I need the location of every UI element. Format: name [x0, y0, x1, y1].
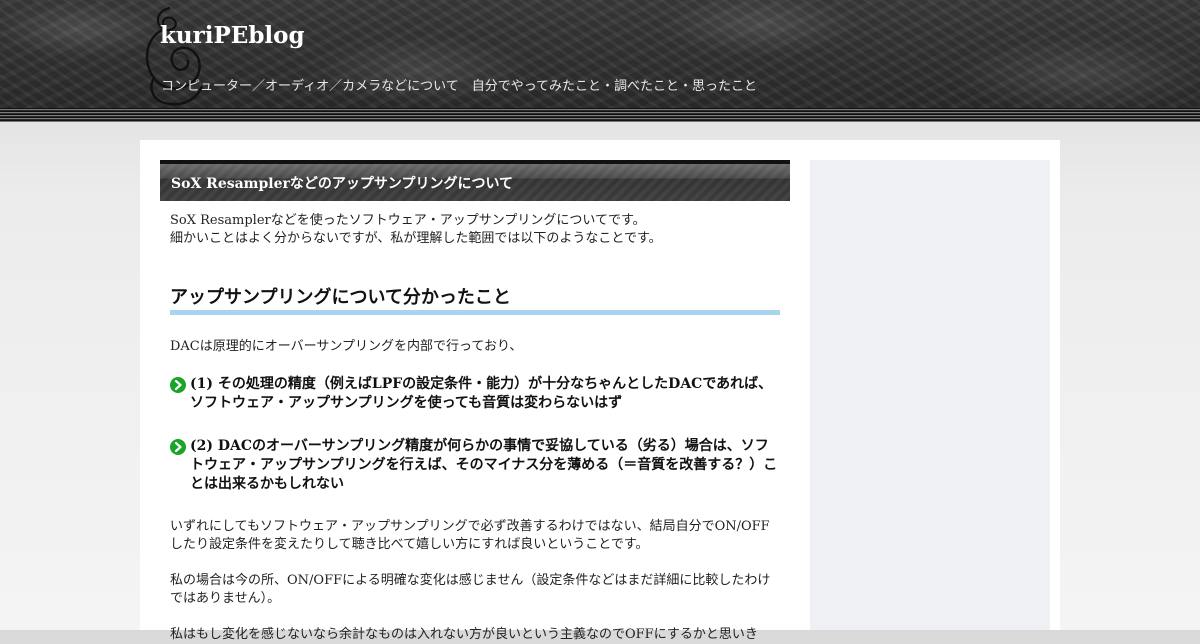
green-arrow-circle-icon	[170, 439, 186, 455]
point-text: (2) DACのオーバーサンプリング精度が何らかの事情で妥協している（劣る）場合…	[190, 438, 778, 492]
sidebar	[810, 160, 1050, 630]
body-paragraph: 私の場合は今の所、ON/OFFによる明確な変化は感じません（設定条件などはまだ詳…	[170, 573, 771, 606]
intro-line: 細かいことはよく分からないですが、私が理解した範囲では以下のようなことです。	[170, 231, 662, 246]
body-paragraph: 私はもし変化を感じないなら余計なものは入れない方が良いという主義なのでOFFにす…	[170, 627, 758, 642]
section-heading: アップサンプリングについて分かったこと	[170, 285, 780, 315]
site-title-link[interactable]: kuriPEblog	[160, 22, 305, 49]
intro-text: SoX Resamplerなどを使ったソフトウェア・アップサンプリングについてで…	[170, 201, 780, 248]
site-tagline: コンピューター／オーディオ／カメラなどについて 自分でやってみたこと・調べたこと…	[161, 79, 758, 94]
green-arrow-circle-icon	[170, 377, 186, 393]
point-item: (1) その処理の精度（例えばLPFの設定条件・能力）が十分なちゃんとしたDAC…	[170, 375, 780, 413]
site-header: kuriPEblog コンピューター／オーディオ／カメラなどについて 自分でやっ…	[0, 0, 1200, 110]
body-paragraph: いずれにしてもソフトウェア・アップサンプリングで必ず改善するわけではない、結局自…	[170, 519, 770, 552]
point-text: (1) その処理の精度（例えばLPFの設定条件・能力）が十分なちゃんとしたDAC…	[190, 376, 773, 411]
point-item: (2) DACのオーバーサンプリング精度が何らかの事情で妥協している（劣る）場合…	[170, 437, 780, 494]
post-title: SoX Resamplerなどのアップサンプリングについて	[171, 176, 514, 192]
post-title-bar: SoX Resamplerなどのアップサンプリングについて	[160, 160, 790, 201]
main-content: SoX Resamplerなどのアップサンプリングについて SoX Resamp…	[160, 160, 790, 644]
lead-paragraph: DACは原理的にオーバーサンプリングを内部で行っており、	[170, 339, 523, 354]
intro-line: SoX Resamplerなどを使ったソフトウェア・アップサンプリングについてで…	[170, 213, 646, 228]
post-body: SoX Resamplerなどを使ったソフトウェア・アップサンプリングについてで…	[160, 201, 790, 644]
page-wrapper: SoX Resamplerなどのアップサンプリングについて SoX Resamp…	[140, 140, 1060, 642]
header-divider	[0, 108, 1200, 122]
